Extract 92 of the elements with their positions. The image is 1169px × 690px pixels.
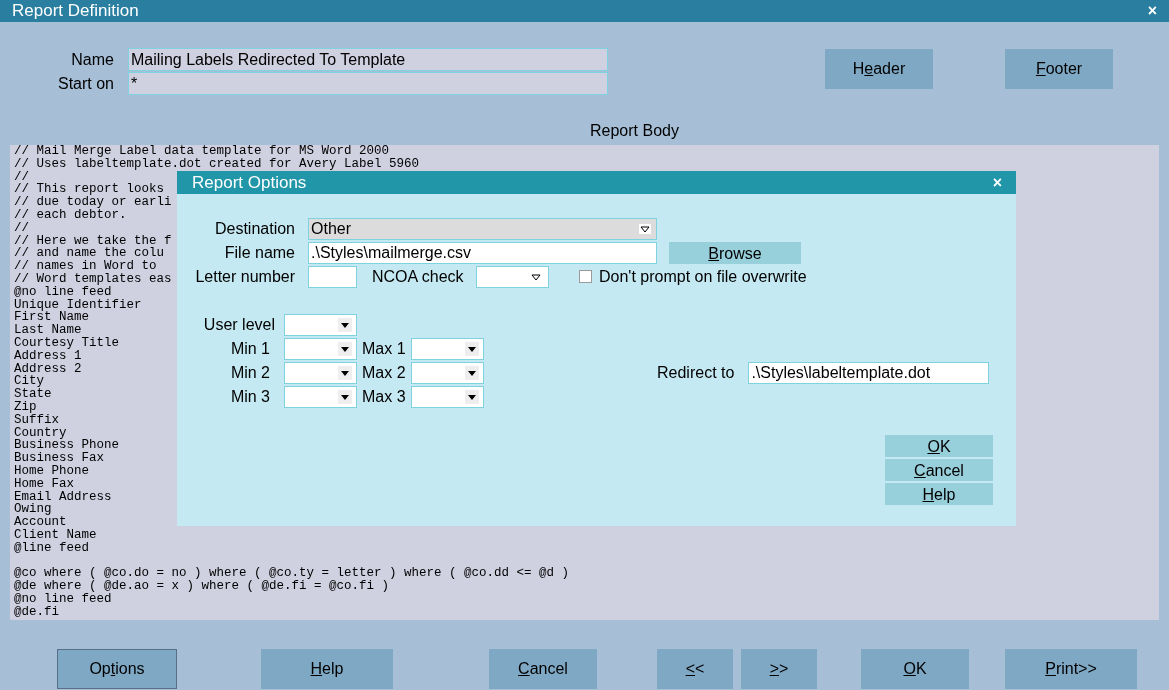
code-line: Business Fax — [14, 452, 104, 465]
code-line: Home Phone — [14, 464, 89, 478]
dropdown[interactable] — [476, 265, 549, 288]
field-label: Letter number — [194, 266, 295, 287]
action-button[interactable]: OK — [861, 649, 969, 689]
field-label: Min 3 — [229, 387, 270, 407]
toolbar-button[interactable]: Header — [825, 49, 933, 89]
field-label: NCOA check — [372, 266, 465, 287]
code-line: First Name — [14, 311, 89, 325]
action-button[interactable]: Print>> — [1005, 649, 1137, 689]
action-button[interactable]: << — [657, 649, 733, 689]
code-line: // — [14, 221, 29, 235]
code-line: State — [14, 388, 52, 401]
code-line: // due today or earli — [14, 196, 172, 209]
dropdown-caret-icon — [465, 342, 479, 356]
dropdown[interactable]: Other — [308, 217, 657, 240]
close-button[interactable]: × — [992, 174, 1002, 191]
field-label: Destination — [213, 218, 295, 239]
code-line: Suffix — [14, 413, 59, 427]
dialog-button[interactable]: Help — [885, 483, 993, 505]
field-label: User level — [202, 315, 275, 335]
text-field[interactable] — [308, 265, 357, 288]
code-line: // This report looks — [14, 183, 165, 197]
field-label: Min 1 — [229, 339, 270, 359]
code-line: @co where ( @co.do = no ) where ( @co.ty = letter ) where ( @co.dd <= @d ) — [14, 567, 570, 581]
code-line: Address 1 — [14, 349, 82, 363]
text-field[interactable]: Mailing Labels Redirected To Template — [128, 48, 608, 71]
code-line: Account — [14, 516, 67, 529]
dropdown[interactable] — [411, 362, 484, 384]
dropdown-caret-icon — [465, 390, 479, 404]
dropdown[interactable] — [411, 338, 484, 360]
dropdown-caret-icon — [338, 390, 352, 404]
dropdown-caret-icon — [639, 223, 651, 234]
code-line: Business Phone — [14, 439, 120, 453]
code-line: Email Address — [14, 490, 112, 504]
field-label: Max 3 — [362, 387, 407, 407]
dropdown[interactable] — [284, 338, 357, 360]
field-label: File name — [223, 242, 295, 263]
code-line: City — [14, 375, 44, 389]
close-button[interactable]: × — [1147, 3, 1157, 19]
code-line: // — [14, 170, 29, 184]
action-button[interactable]: Cancel — [489, 649, 597, 689]
code-line: Zip — [14, 400, 37, 414]
code-line: // Here we take the f — [14, 234, 172, 248]
code-line: @no line feed — [14, 592, 112, 606]
window-title: Report Definition — [12, 0, 139, 23]
dialog-title: Report Options — [192, 171, 307, 194]
field-label: Max 1 — [362, 339, 407, 359]
code-line: Unique Identifier — [14, 298, 142, 312]
dropdown-caret-icon — [338, 366, 352, 380]
text-field[interactable]: .\Styles\mailmerge.csv — [308, 241, 657, 264]
code-line: Courtesy Title — [14, 336, 120, 350]
section-title: Report Body — [590, 122, 679, 140]
action-button[interactable]: Help — [261, 649, 393, 689]
dropdown[interactable] — [284, 362, 357, 384]
code-line: Home Fax — [14, 477, 74, 491]
field-label: Name — [70, 49, 115, 70]
code-line: @line feed — [14, 541, 89, 555]
field-label: Start on — [56, 73, 115, 94]
code-line: @no line feed — [14, 285, 112, 299]
code-line: @de where ( @de.ao = x ) where ( @de.fi = @co.fi ) — [14, 580, 390, 593]
action-button[interactable]: Options — [57, 649, 177, 689]
code-line: Owing — [14, 503, 52, 517]
code-line: @de.fi — [14, 605, 59, 619]
dialog-button[interactable]: Cancel — [885, 459, 993, 481]
code-line: // Word templates eas — [14, 272, 172, 286]
code-line: // names in Word to — [14, 260, 157, 273]
toolbar-button[interactable]: Footer — [1005, 49, 1113, 89]
code-line: // Uses labeltemplate.dot created for Avery Label 5960 — [14, 157, 420, 171]
dropdown-caret-icon — [338, 342, 352, 356]
code-line: Address 2 — [14, 362, 82, 376]
dropdown[interactable] — [411, 386, 484, 408]
field-label: Redirect to — [657, 363, 735, 383]
code-line: Country — [14, 426, 67, 440]
action-button[interactable]: >> — [741, 649, 817, 689]
field-label: Min 2 — [229, 363, 270, 383]
checkbox-label: Don't prompt on file overwrite — [599, 266, 807, 287]
dialog-button[interactable]: OK — [885, 435, 993, 457]
dropdown-caret-icon — [465, 366, 479, 380]
dropdown-caret-icon — [338, 318, 352, 332]
code-line: Last Name — [14, 324, 82, 337]
dropdown[interactable] — [284, 314, 357, 336]
code-line: // Mail Merge Label data template for MS Word 2000 — [14, 145, 390, 158]
text-field[interactable]: .\Styles\labeltemplate.dot — [748, 362, 990, 384]
code-line: Client Name — [14, 528, 97, 542]
browse-button[interactable]: Browse — [669, 241, 801, 264]
field-label: Max 2 — [362, 363, 407, 383]
code-line: // and name the colu — [14, 247, 165, 261]
dropdown[interactable] — [284, 386, 357, 408]
text-field[interactable]: * — [128, 72, 608, 95]
code-line: // each debtor. — [14, 209, 127, 222]
checkbox[interactable] — [579, 270, 592, 283]
